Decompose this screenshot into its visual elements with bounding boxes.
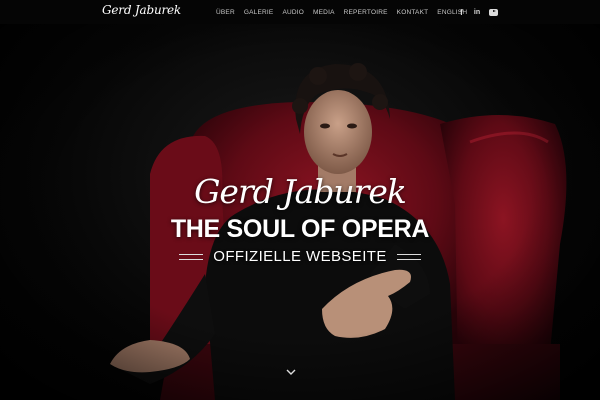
facebook-icon[interactable]: f [458,8,465,17]
linkedin-icon[interactable]: in [473,9,481,16]
nav-item-repertoire[interactable]: REPERTOIRE [344,9,388,16]
nav-item-ueber[interactable]: ÜBER [216,9,235,16]
top-navigation-bar: Gerd Jaburek ÜBER GALERIE AUDIO MEDIA RE… [0,0,600,24]
social-links: f in [458,0,498,24]
site-logo[interactable]: Gerd Jaburek [102,3,181,17]
chevron-down-icon[interactable] [285,367,297,377]
main-menu: ÜBER GALERIE AUDIO MEDIA REPERTOIRE KONT… [216,0,467,24]
youtube-icon[interactable] [489,8,498,16]
nav-item-galerie[interactable]: GALERIE [244,9,274,16]
nav-item-media[interactable]: MEDIA [313,9,335,16]
nav-item-audio[interactable]: AUDIO [282,9,304,16]
nav-item-kontakt[interactable]: KONTAKT [397,9,429,16]
hero-photo [0,24,600,400]
hero-section: Gerd Jaburek THE SOUL OF OPERA OFFIZIELL… [0,24,600,400]
